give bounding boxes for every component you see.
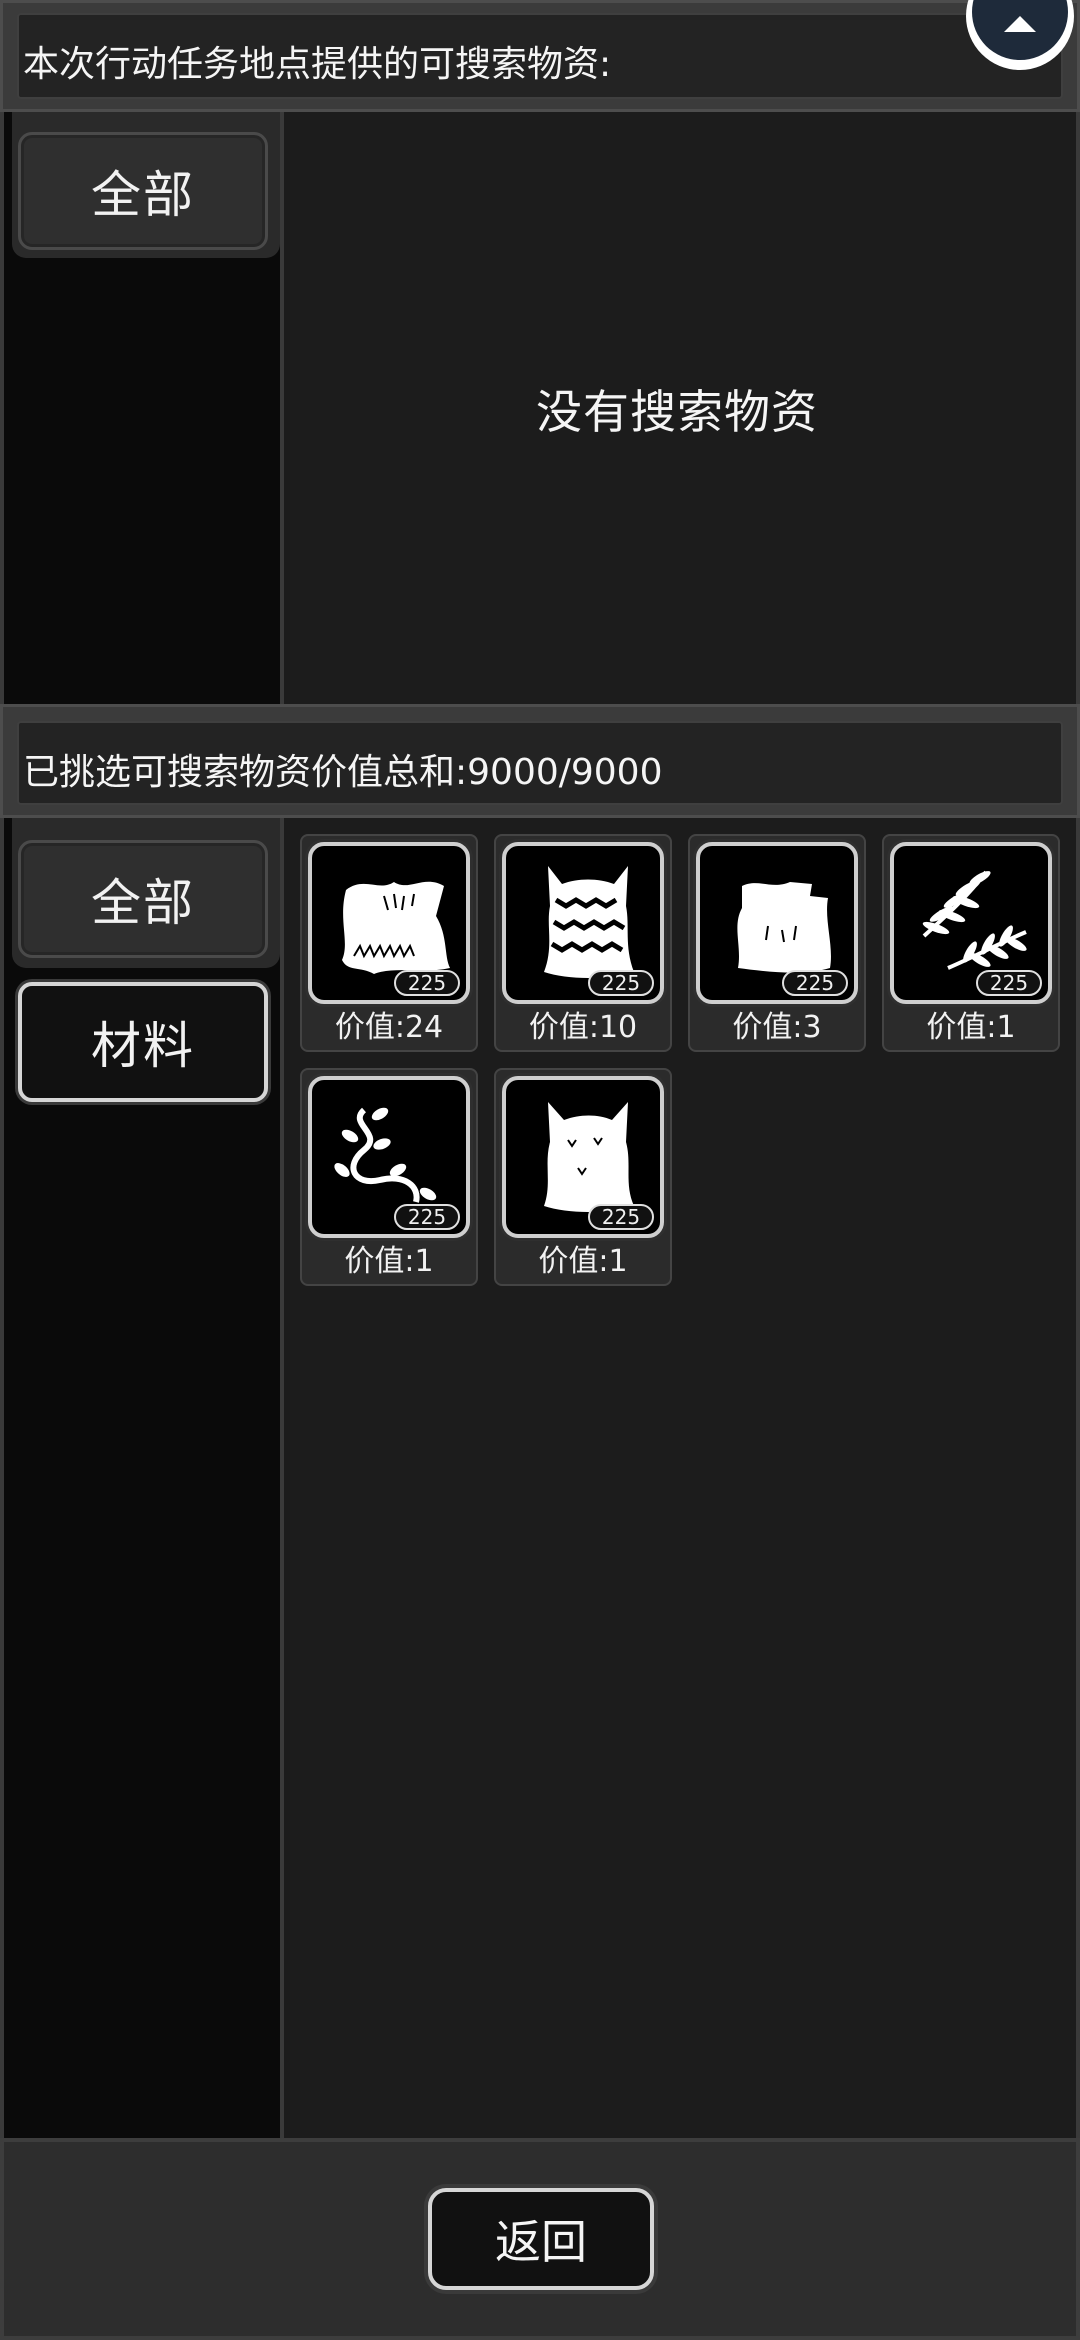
empty-message: 没有搜索物资: [536, 385, 818, 439]
item-icon-frame: 225: [308, 842, 470, 1004]
bottom-tab-materials[interactable]: 材料: [18, 982, 268, 1102]
item-icon-frame: 225: [890, 842, 1052, 1004]
bottom-tab-materials-label: 材料: [91, 1017, 195, 1075]
top-category-sidebar: 全部: [0, 112, 284, 706]
top-item-area: 没有搜索物资: [284, 112, 1080, 706]
item-card[interactable]: 225 价值:1: [494, 1068, 672, 1286]
item-count-badge: 225: [588, 970, 654, 996]
item-count-badge: 225: [588, 1204, 654, 1230]
item-icon-frame: 225: [502, 1076, 664, 1238]
item-count-badge: 225: [394, 1204, 460, 1230]
item-count-badge: 225: [976, 970, 1042, 996]
item-value-label: 价值:10: [528, 1010, 638, 1045]
item-value-label: 价值:3: [732, 1010, 822, 1045]
bottom-category-sidebar: 全部 材料: [0, 818, 284, 2138]
top-header-bar: 本次行动任务地点提供的可搜索物资:: [0, 0, 1080, 112]
item-card[interactable]: 225 价值:1: [882, 834, 1060, 1052]
item-count-badge: 225: [394, 970, 460, 996]
item-icon-frame: 225: [308, 1076, 470, 1238]
bottom-tab-all-label: 全部: [91, 874, 195, 932]
item-value-label: 价值:1: [344, 1244, 434, 1279]
item-value-label: 价值:24: [334, 1010, 444, 1045]
top-tab-all-label: 全部: [91, 166, 195, 224]
fur-pelt-icon: [342, 881, 450, 974]
top-tab-all[interactable]: 全部: [18, 132, 268, 250]
hide-icon: [737, 882, 831, 973]
item-card[interactable]: 225 价值:3: [688, 834, 866, 1052]
selected-total-inner: 已挑选可搜索物资价值总和:9000/9000: [17, 721, 1063, 805]
bottom-tab-all[interactable]: 全部: [18, 840, 268, 958]
selected-total-bar: 已挑选可搜索物资价值总和:9000/9000: [0, 704, 1080, 818]
fern-leaf-icon: [922, 870, 1027, 970]
back-button-label: 返回: [495, 2215, 587, 2269]
item-card[interactable]: 225 价值:1: [300, 1068, 478, 1286]
item-icon-frame: 225: [502, 842, 664, 1004]
bottom-item-area: 225 价值:24 225 价值:10 225 价值:3 225 价值:1 22…: [284, 818, 1080, 2138]
item-card[interactable]: 225 价值:24: [300, 834, 478, 1052]
item-value-label: 价值:1: [538, 1244, 628, 1279]
item-icon-frame: 225: [696, 842, 858, 1004]
top-header-inner: 本次行动任务地点提供的可搜索物资:: [17, 13, 1063, 99]
item-card[interactable]: 225 价值:10: [494, 834, 672, 1052]
item-value-label: 价值:1: [926, 1010, 1016, 1045]
floating-circle-icon[interactable]: [964, 0, 1076, 112]
back-button[interactable]: 返回: [428, 2188, 654, 2290]
selected-total-text: 已挑选可搜索物资价值总和:9000/9000: [23, 752, 663, 793]
top-header-text: 本次行动任务地点提供的可搜索物资:: [23, 44, 612, 85]
white-pelt-icon: [544, 1102, 634, 1212]
striped-pelt-icon: [544, 866, 634, 978]
item-count-badge: 225: [782, 970, 848, 996]
vine-icon: [334, 1107, 437, 1203]
